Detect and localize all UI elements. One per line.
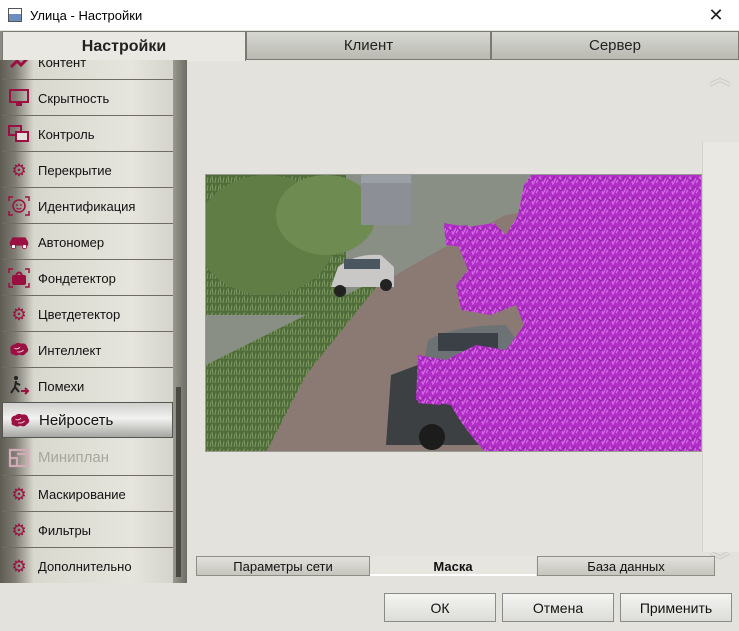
gear-icon: ⚙ (11, 304, 27, 324)
car-icon (8, 232, 30, 252)
app-icon (8, 8, 22, 22)
sidebar-item-label: Цветдетектор (38, 307, 121, 322)
active-tab-indicator (370, 574, 536, 576)
sidebar-item-filters[interactable]: ⚙ Фильтры (2, 512, 173, 548)
camera-preview[interactable] (205, 174, 702, 452)
sidebar-item-color-detector[interactable]: ⚙ Цветдетектор (2, 296, 173, 332)
sidebar-item-control[interactable]: Контроль (2, 116, 173, 152)
sidebar-item-masking[interactable]: ⚙ Маскирование (2, 476, 173, 512)
sidebar-item-overlap[interactable]: ⚙ Перекрытие (2, 152, 173, 188)
sidebar-item-label: Контроль (38, 127, 95, 142)
top-tabs: Настройки Клиент Сервер (0, 31, 739, 61)
brain-icon (8, 340, 30, 360)
tab-server[interactable]: Сервер (491, 31, 739, 60)
sidebar-item-stealth[interactable]: Скрытность (2, 80, 173, 116)
monitor-icon (8, 88, 30, 108)
cancel-button[interactable]: Отмена (502, 593, 614, 622)
ok-button[interactable]: ОК (384, 593, 496, 622)
plan-icon (8, 448, 30, 468)
sidebar-item-identification[interactable]: Идентификация (2, 188, 173, 224)
sidebar-item-label: Перекрытие (38, 163, 112, 178)
tab-database[interactable]: База данных (537, 556, 715, 576)
tab-network-params[interactable]: Параметры сети (196, 556, 370, 576)
sidebar-item-background-detector[interactable]: Фондетектор (2, 260, 173, 296)
window-titlebar: Улица - Настройки ✕ (0, 0, 739, 31)
sidebar-item-label: Фильтры (38, 523, 92, 538)
walker-icon (8, 376, 30, 396)
tab-settings[interactable]: Настройки (2, 31, 246, 61)
close-button[interactable]: ✕ (693, 0, 739, 31)
tab-client[interactable]: Клиент (246, 31, 491, 60)
scroll-up-icon[interactable]: ︽ (709, 67, 731, 89)
sidebar-item-content[interactable]: Контент (2, 60, 173, 80)
sidebar-item-label: Миниплан (38, 449, 110, 466)
screens-icon (8, 124, 30, 144)
sidebar-item-label: Помехи (38, 379, 85, 394)
sidebar-item-autonumber[interactable]: Автономер (2, 224, 173, 260)
side-panel-edge (702, 142, 739, 552)
sidebar-item-label: Идентификация (38, 199, 136, 214)
sidebar-item-label: Интеллект (38, 343, 102, 358)
sidebar-item-label: Автономер (38, 235, 105, 250)
sidebar-item-additional[interactable]: ⚙ Дополнительно (2, 548, 173, 583)
apply-button[interactable]: Применить (620, 593, 732, 622)
window-title: Улица - Настройки (30, 8, 143, 23)
sidebar: Контент Скрытность Контроль ⚙ Перекрытие… (0, 60, 187, 583)
sidebar-scrollbar[interactable] (176, 387, 181, 577)
gear-icon: ⚙ (11, 520, 27, 540)
camera-frame-image (206, 175, 701, 451)
brain-icon (9, 411, 31, 431)
partial-icon (8, 60, 30, 72)
gear-icon: ⚙ (11, 484, 27, 504)
sidebar-item-label: Нейросеть (39, 412, 114, 429)
sidebar-item-intellect[interactable]: Интеллект (2, 332, 173, 368)
sidebar-item-label: Маскирование (38, 487, 126, 502)
gear-icon: ⚙ (11, 160, 27, 180)
sidebar-item-label: Фондетектор (38, 271, 116, 286)
sidebar-item-label: Дополнительно (38, 559, 132, 574)
tab-mask[interactable]: Маска (370, 556, 536, 576)
gear-icon: ⚙ (11, 556, 27, 576)
close-icon: ✕ (708, 5, 724, 25)
sidebar-item-label: Контент (38, 60, 87, 70)
sidebar-item-neural-network[interactable]: Нейросеть (2, 402, 173, 438)
face-icon (8, 196, 30, 216)
sidebar-item-label: Скрытность (38, 91, 110, 106)
sidebar-item-miniplan[interactable]: Миниплан (2, 440, 173, 476)
sidebar-item-interference[interactable]: Помехи (2, 368, 173, 404)
bag-icon (8, 268, 30, 288)
